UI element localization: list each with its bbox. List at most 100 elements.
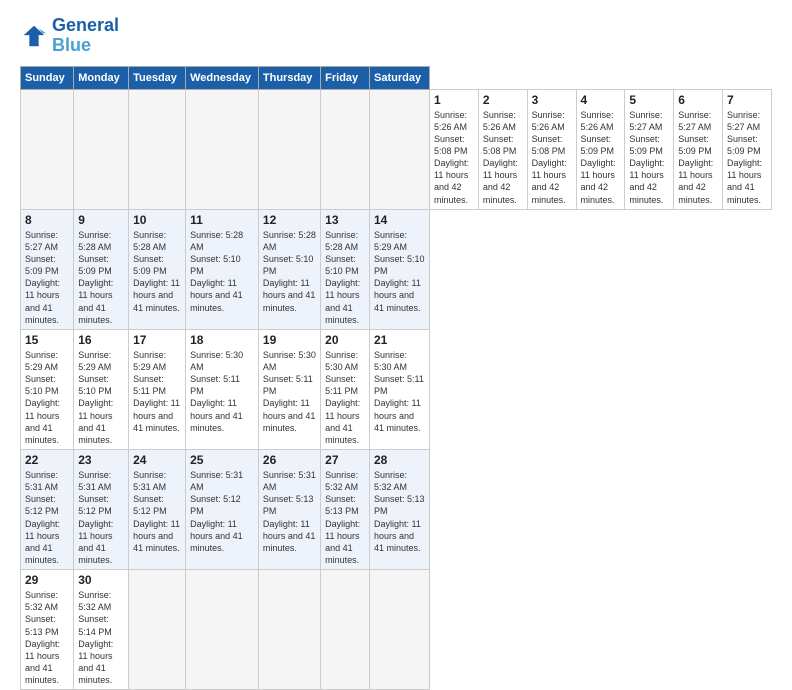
day-number: 18	[190, 333, 254, 347]
day-cell: 18 Sunrise: 5:30 AMSunset: 5:11 PMDaylig…	[186, 329, 259, 449]
col-header-monday: Monday	[74, 66, 129, 89]
day-cell: 7 Sunrise: 5:27 AMSunset: 5:09 PMDayligh…	[723, 89, 772, 209]
day-info: Sunrise: 5:29 AMSunset: 5:10 PMDaylight:…	[25, 349, 69, 446]
calendar-table: SundayMondayTuesdayWednesdayThursdayFrid…	[20, 66, 772, 690]
logo: General Blue	[20, 16, 119, 56]
day-info: Sunrise: 5:30 AMSunset: 5:11 PMDaylight:…	[325, 349, 365, 446]
day-cell	[21, 89, 74, 209]
day-number: 7	[727, 93, 767, 107]
day-info: Sunrise: 5:28 AMSunset: 5:10 PMDaylight:…	[190, 229, 254, 314]
day-cell: 26 Sunrise: 5:31 AMSunset: 5:13 PMDaylig…	[258, 449, 320, 569]
day-cell: 29 Sunrise: 5:32 AMSunset: 5:13 PMDaylig…	[21, 570, 74, 690]
week-row-2: 15 Sunrise: 5:29 AMSunset: 5:10 PMDaylig…	[21, 329, 772, 449]
day-info: Sunrise: 5:31 AMSunset: 5:13 PMDaylight:…	[263, 469, 316, 554]
day-number: 10	[133, 213, 181, 227]
day-cell	[129, 89, 186, 209]
day-info: Sunrise: 5:30 AMSunset: 5:11 PMDaylight:…	[190, 349, 254, 434]
day-info: Sunrise: 5:27 AMSunset: 5:09 PMDaylight:…	[678, 109, 718, 206]
day-number: 4	[581, 93, 621, 107]
day-cell: 10 Sunrise: 5:28 AMSunset: 5:09 PMDaylig…	[129, 209, 186, 329]
day-info: Sunrise: 5:29 AMSunset: 5:10 PMDaylight:…	[78, 349, 124, 446]
day-info: Sunrise: 5:31 AMSunset: 5:12 PMDaylight:…	[78, 469, 124, 566]
day-cell: 24 Sunrise: 5:31 AMSunset: 5:12 PMDaylig…	[129, 449, 186, 569]
day-cell: 20 Sunrise: 5:30 AMSunset: 5:11 PMDaylig…	[321, 329, 370, 449]
col-header-friday: Friday	[321, 66, 370, 89]
day-info: Sunrise: 5:32 AMSunset: 5:14 PMDaylight:…	[78, 589, 124, 686]
day-number: 17	[133, 333, 181, 347]
day-number: 29	[25, 573, 69, 587]
day-number: 9	[78, 213, 124, 227]
day-cell: 12 Sunrise: 5:28 AMSunset: 5:10 PMDaylig…	[258, 209, 320, 329]
day-cell: 6 Sunrise: 5:27 AMSunset: 5:09 PMDayligh…	[674, 89, 723, 209]
day-cell: 21 Sunrise: 5:30 AMSunset: 5:11 PMDaylig…	[369, 329, 429, 449]
day-info: Sunrise: 5:27 AMSunset: 5:09 PMDaylight:…	[727, 109, 767, 206]
logo-icon	[20, 22, 48, 50]
day-info: Sunrise: 5:27 AMSunset: 5:09 PMDaylight:…	[25, 229, 69, 326]
header-row: SundayMondayTuesdayWednesdayThursdayFrid…	[21, 66, 772, 89]
col-header-tuesday: Tuesday	[129, 66, 186, 89]
day-cell: 4 Sunrise: 5:26 AMSunset: 5:09 PMDayligh…	[576, 89, 625, 209]
day-number: 16	[78, 333, 124, 347]
page: General Blue SundayMondayTuesdayWednesda…	[0, 0, 792, 612]
day-cell: 13 Sunrise: 5:28 AMSunset: 5:10 PMDaylig…	[321, 209, 370, 329]
day-number: 20	[325, 333, 365, 347]
day-number: 22	[25, 453, 69, 467]
day-cell: 27 Sunrise: 5:32 AMSunset: 5:13 PMDaylig…	[321, 449, 370, 569]
col-header-sunday: Sunday	[21, 66, 74, 89]
day-info: Sunrise: 5:26 AMSunset: 5:08 PMDaylight:…	[483, 109, 523, 206]
day-info: Sunrise: 5:26 AMSunset: 5:08 PMDaylight:…	[532, 109, 572, 206]
day-cell: 14 Sunrise: 5:29 AMSunset: 5:10 PMDaylig…	[369, 209, 429, 329]
day-cell	[321, 570, 370, 690]
day-info: Sunrise: 5:30 AMSunset: 5:11 PMDaylight:…	[374, 349, 425, 434]
header: General Blue	[20, 16, 772, 56]
day-number: 30	[78, 573, 124, 587]
day-number: 12	[263, 213, 316, 227]
day-cell: 19 Sunrise: 5:30 AMSunset: 5:11 PMDaylig…	[258, 329, 320, 449]
day-cell	[369, 570, 429, 690]
day-cell: 23 Sunrise: 5:31 AMSunset: 5:12 PMDaylig…	[74, 449, 129, 569]
day-info: Sunrise: 5:29 AMSunset: 5:10 PMDaylight:…	[374, 229, 425, 314]
day-info: Sunrise: 5:27 AMSunset: 5:09 PMDaylight:…	[629, 109, 669, 206]
day-cell: 2 Sunrise: 5:26 AMSunset: 5:08 PMDayligh…	[478, 89, 527, 209]
day-cell	[321, 89, 370, 209]
day-cell: 1 Sunrise: 5:26 AMSunset: 5:08 PMDayligh…	[429, 89, 478, 209]
day-cell: 25 Sunrise: 5:31 AMSunset: 5:12 PMDaylig…	[186, 449, 259, 569]
day-info: Sunrise: 5:28 AMSunset: 5:09 PMDaylight:…	[78, 229, 124, 326]
day-info: Sunrise: 5:30 AMSunset: 5:11 PMDaylight:…	[263, 349, 316, 434]
day-number: 19	[263, 333, 316, 347]
day-cell: 22 Sunrise: 5:31 AMSunset: 5:12 PMDaylig…	[21, 449, 74, 569]
day-number: 27	[325, 453, 365, 467]
day-cell: 15 Sunrise: 5:29 AMSunset: 5:10 PMDaylig…	[21, 329, 74, 449]
day-info: Sunrise: 5:28 AMSunset: 5:10 PMDaylight:…	[263, 229, 316, 314]
day-cell: 3 Sunrise: 5:26 AMSunset: 5:08 PMDayligh…	[527, 89, 576, 209]
day-cell: 8 Sunrise: 5:27 AMSunset: 5:09 PMDayligh…	[21, 209, 74, 329]
week-row-3: 22 Sunrise: 5:31 AMSunset: 5:12 PMDaylig…	[21, 449, 772, 569]
day-info: Sunrise: 5:31 AMSunset: 5:12 PMDaylight:…	[25, 469, 69, 566]
day-cell	[369, 89, 429, 209]
col-header-thursday: Thursday	[258, 66, 320, 89]
day-number: 11	[190, 213, 254, 227]
day-number: 1	[434, 93, 474, 107]
day-number: 28	[374, 453, 425, 467]
day-number: 24	[133, 453, 181, 467]
day-info: Sunrise: 5:32 AMSunset: 5:13 PMDaylight:…	[374, 469, 425, 554]
day-cell: 9 Sunrise: 5:28 AMSunset: 5:09 PMDayligh…	[74, 209, 129, 329]
day-info: Sunrise: 5:26 AMSunset: 5:08 PMDaylight:…	[434, 109, 474, 206]
day-number: 13	[325, 213, 365, 227]
day-info: Sunrise: 5:31 AMSunset: 5:12 PMDaylight:…	[133, 469, 181, 554]
day-number: 15	[25, 333, 69, 347]
day-number: 14	[374, 213, 425, 227]
day-cell: 28 Sunrise: 5:32 AMSunset: 5:13 PMDaylig…	[369, 449, 429, 569]
day-info: Sunrise: 5:28 AMSunset: 5:09 PMDaylight:…	[133, 229, 181, 314]
day-number: 6	[678, 93, 718, 107]
logo-text: General Blue	[52, 16, 119, 56]
col-header-wednesday: Wednesday	[186, 66, 259, 89]
col-header-saturday: Saturday	[369, 66, 429, 89]
day-info: Sunrise: 5:32 AMSunset: 5:13 PMDaylight:…	[25, 589, 69, 686]
day-cell	[258, 570, 320, 690]
day-cell	[186, 570, 259, 690]
day-info: Sunrise: 5:29 AMSunset: 5:11 PMDaylight:…	[133, 349, 181, 434]
day-number: 2	[483, 93, 523, 107]
day-cell: 5 Sunrise: 5:27 AMSunset: 5:09 PMDayligh…	[625, 89, 674, 209]
day-number: 26	[263, 453, 316, 467]
